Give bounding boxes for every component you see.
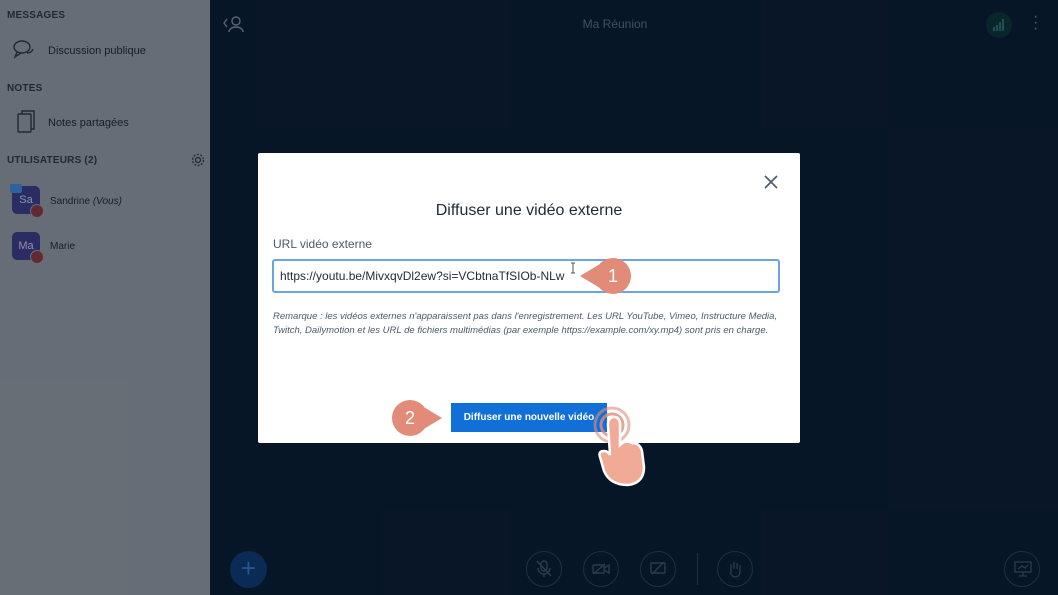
step-2-callout: 2 <box>392 400 446 436</box>
text-cursor-icon <box>571 262 575 274</box>
video-url-input[interactable] <box>272 259 780 293</box>
callout-pointer-icon <box>422 406 442 430</box>
url-field-label: URL vidéo externe <box>273 237 372 251</box>
share-video-button[interactable]: Diffuser une nouvelle vidéo <box>451 403 607 432</box>
step-1-badge: 1 <box>595 258 631 294</box>
tap-hand-icon <box>593 406 646 487</box>
modal-title: Diffuser une vidéo externe <box>435 202 623 219</box>
close-icon[interactable] <box>763 174 779 190</box>
external-video-modal: Diffuser une vidéo externe URL vidéo ext… <box>258 153 800 443</box>
disclaimer-note: Remarque : les vidéos externes n'apparai… <box>273 311 778 336</box>
step-1-callout: 1 <box>578 258 632 294</box>
